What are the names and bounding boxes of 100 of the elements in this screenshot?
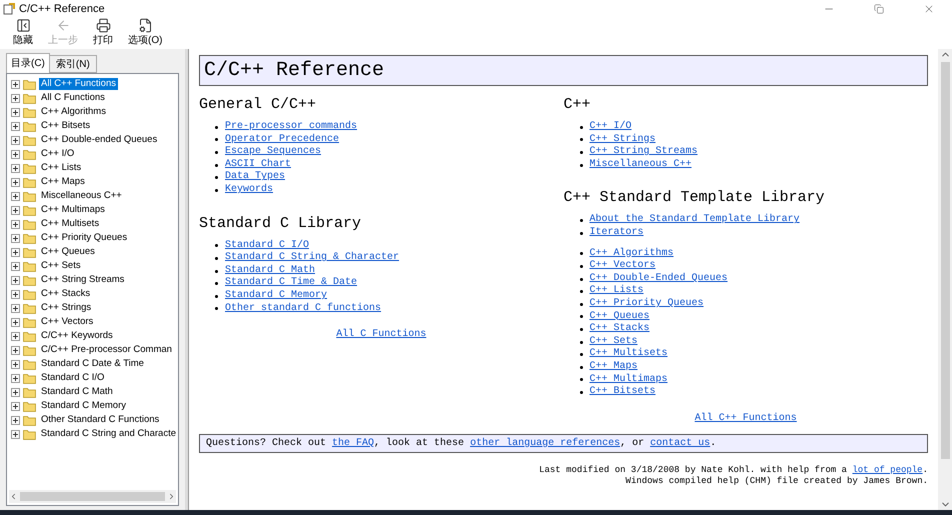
link[interactable]: C++ Double-Ended Queues — [590, 272, 728, 286]
link[interactable]: C++ Algorithms — [590, 248, 674, 260]
link[interactable]: C++ Bitsets — [590, 386, 656, 399]
link[interactable]: Standard C Memory — [225, 290, 328, 303]
folder-icon — [23, 120, 36, 132]
tree-item[interactable]: C/C++ Pre-processor Comman — [39, 344, 174, 356]
horizontal-scrollbar[interactable] — [9, 490, 176, 503]
link[interactable]: C++ Priority Queues — [590, 298, 704, 311]
tree-item[interactable]: Standard C Memory — [39, 400, 128, 412]
tree-item[interactable]: Standard C Math — [39, 386, 115, 398]
link[interactable]: Miscellaneous C++ — [590, 158, 692, 172]
scroll-left-icon[interactable] — [9, 492, 18, 501]
expand-icon[interactable] — [11, 122, 20, 130]
link[interactable]: C++ Multisets — [590, 348, 668, 361]
tree-item[interactable]: C++ Priority Queues — [39, 232, 130, 244]
link[interactable]: Keywords — [225, 184, 274, 197]
link[interactable]: C++ Lists — [590, 285, 644, 298]
link[interactable]: C++ Stacks — [590, 323, 650, 336]
link[interactable]: Iterators — [590, 226, 644, 240]
expand-icon[interactable] — [11, 430, 20, 438]
link[interactable]: Other standard C functions — [225, 302, 382, 316]
expand-icon[interactable] — [11, 318, 20, 326]
scroll-right-icon[interactable] — [167, 492, 176, 501]
link[interactable]: C++ I/O — [590, 121, 632, 134]
tree-item[interactable]: C++ Bitsets — [39, 120, 92, 132]
tree-item[interactable]: C++ Lists — [39, 162, 84, 174]
link[interactable]: C++ Maps — [590, 360, 638, 374]
link[interactable]: C++ Strings — [590, 134, 656, 146]
tree-item[interactable]: C++ String Streams — [39, 274, 126, 286]
tree-item[interactable]: Standard C I/O — [39, 372, 106, 384]
expand-icon[interactable] — [11, 108, 20, 116]
expand-icon[interactable] — [11, 290, 20, 298]
expand-icon[interactable] — [11, 276, 20, 284]
expand-icon[interactable] — [11, 374, 20, 382]
link[interactable]: C++ Queues — [590, 310, 650, 324]
link[interactable]: Operator Precedence — [225, 134, 340, 146]
expand-icon[interactable] — [11, 192, 20, 200]
expand-icon[interactable] — [11, 164, 20, 172]
tree-item[interactable]: Miscellaneous C++ — [39, 190, 124, 202]
vertical-scrollbar[interactable] — [938, 49, 952, 510]
expand-icon[interactable] — [11, 248, 20, 256]
tree-item[interactable]: C/C++ Keywords — [39, 330, 115, 342]
section-heading: C++ — [564, 96, 592, 113]
expand-icon[interactable] — [11, 416, 20, 424]
link[interactable]: contact us — [650, 438, 710, 449]
tree-item[interactable]: C++ Algorithms — [39, 106, 108, 118]
expand-icon[interactable] — [11, 332, 20, 340]
expand-icon[interactable] — [11, 262, 20, 270]
link[interactable]: C++ Multimaps — [590, 374, 668, 386]
toolbar-button[interactable]: 隐藏 — [6, 18, 40, 49]
tree-item[interactable]: C++ Maps — [39, 176, 87, 188]
toolbar-button[interactable]: 选项(O) — [124, 18, 166, 49]
tree-item[interactable]: C++ Double-ended Queues — [39, 134, 160, 146]
tree-item[interactable]: Other Standard C Functions — [39, 414, 162, 426]
link[interactable]: Standard C Math — [225, 264, 316, 278]
expand-icon[interactable] — [11, 178, 20, 186]
link[interactable]: Data Types — [225, 171, 286, 184]
expand-icon[interactable] — [11, 80, 20, 88]
link[interactable]: Pre-processor commands — [225, 121, 358, 134]
link[interactable]: Escape Sequences — [225, 146, 322, 159]
link[interactable]: the FAQ — [332, 438, 374, 449]
tree-item[interactable]: Standard C Date & Time — [39, 358, 146, 370]
link[interactable]: About the Standard Template Library — [590, 214, 800, 227]
pane-tab[interactable]: 索引(N) — [48, 55, 97, 73]
link[interactable]: All C Functions — [336, 329, 426, 340]
expand-icon[interactable] — [11, 234, 20, 242]
link[interactable]: lot of people — [852, 464, 923, 475]
link[interactable]: Standard C String & Character — [225, 252, 400, 265]
link[interactable]: C++ Sets — [590, 336, 638, 348]
tree-item[interactable]: C++ Multimaps — [39, 204, 107, 216]
tree-item[interactable]: C++ Stacks — [39, 288, 92, 300]
link[interactable]: C++ String Streams — [590, 146, 698, 159]
printer-icon — [96, 18, 110, 33]
link[interactable]: Standard C I/O — [225, 240, 310, 252]
tree-item[interactable]: C++ Queues — [39, 246, 97, 258]
tree-item[interactable]: All C Functions — [39, 92, 107, 104]
link[interactable]: Standard C Time & Date — [225, 277, 358, 290]
expand-icon[interactable] — [11, 388, 20, 396]
link[interactable]: All C++ Functions — [694, 412, 797, 424]
expand-icon[interactable] — [11, 346, 20, 354]
expand-icon[interactable] — [11, 360, 20, 368]
tree-item[interactable]: Standard C String and Characte — [38, 428, 178, 440]
expand-icon[interactable] — [11, 304, 20, 312]
expand-icon[interactable] — [11, 150, 20, 158]
toolbar-button[interactable]: 打印 — [86, 18, 120, 49]
pane-tab[interactable]: 目录(C) — [6, 53, 50, 73]
expand-icon[interactable] — [11, 206, 20, 214]
tree-item[interactable]: C++ Strings — [39, 302, 94, 314]
tree-item[interactable]: C++ I/O — [39, 148, 76, 160]
expand-icon[interactable] — [11, 402, 20, 410]
tree-item[interactable]: C++ Vectors — [39, 316, 96, 328]
link[interactable]: other language references — [470, 438, 620, 449]
link[interactable]: ASCII Chart — [225, 158, 292, 172]
tree-item[interactable]: All C++ Functions — [39, 78, 118, 90]
expand-icon[interactable] — [11, 136, 20, 144]
tree-item[interactable]: C++ Multisets — [39, 218, 102, 230]
tree-item[interactable]: C++ Sets — [39, 260, 83, 272]
link[interactable]: C++ Vectors — [590, 260, 656, 273]
expand-icon[interactable] — [11, 94, 20, 102]
expand-icon[interactable] — [11, 220, 20, 228]
